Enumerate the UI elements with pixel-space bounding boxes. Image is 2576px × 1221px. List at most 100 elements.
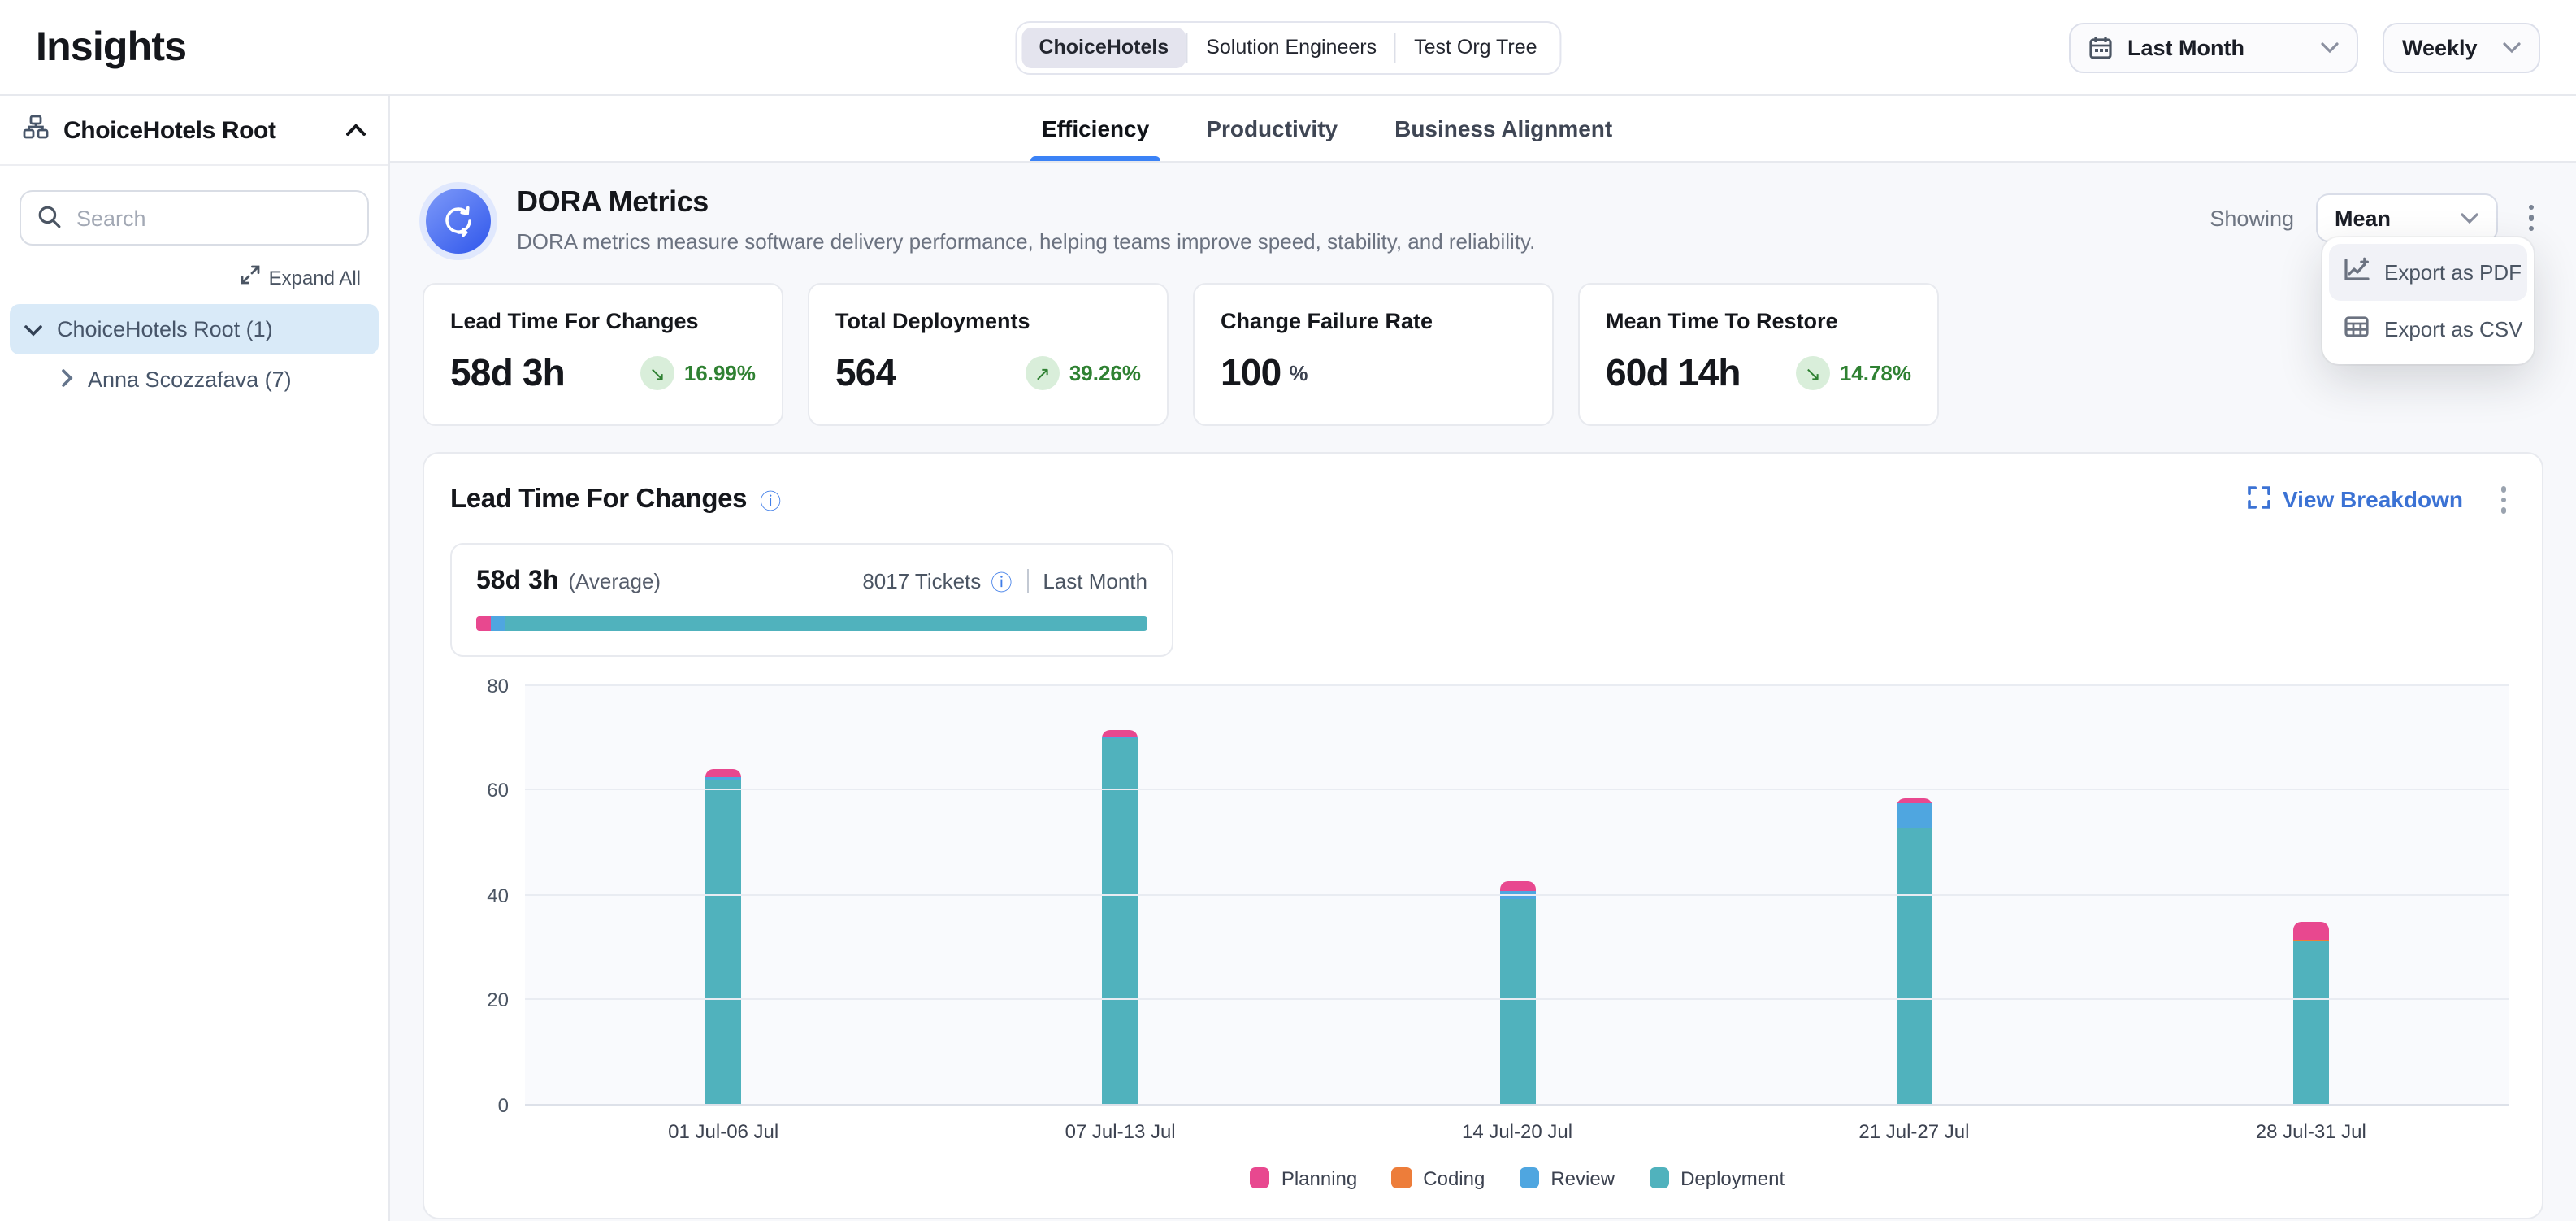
page-title: Insights — [36, 24, 186, 71]
bar-segment-planning — [2293, 921, 2329, 940]
tree-item-anna-scozzafava[interactable]: Anna Scozzafava (7) — [47, 354, 379, 405]
menu-item-label: Export as CSV — [2384, 317, 2523, 341]
average-label: (Average) — [568, 568, 661, 593]
legend-item-coding: Coding — [1391, 1167, 1485, 1189]
org-tab-choicehotels[interactable]: ChoiceHotels — [1021, 28, 1186, 68]
expand-all-button[interactable]: Expand All — [28, 265, 361, 289]
y-tick-label: 80 — [450, 674, 509, 697]
kebab-menu-icon[interactable] — [2491, 480, 2516, 519]
expand-all-label: Expand All — [269, 266, 361, 289]
chart-title: Lead Time For Changes — [450, 484, 747, 515]
legend-swatch — [1649, 1168, 1669, 1188]
dora-subtitle: DORA metrics measure software delivery p… — [517, 229, 1535, 254]
bar-slot — [2113, 685, 2509, 1105]
info-icon[interactable]: ⓘ — [760, 484, 781, 515]
table-icon — [2344, 314, 2370, 345]
legend-swatch — [1250, 1168, 1270, 1188]
bar-segment-planning — [705, 769, 741, 777]
bar-segment-planning — [1499, 882, 1535, 890]
lead-time-chart-card: Lead Time For Changes ⓘ View Breakdown — [423, 452, 2543, 1219]
tab-productivity[interactable]: Productivity — [1206, 96, 1338, 161]
y-tick-label: 60 — [450, 779, 509, 802]
bar-segment-planning — [1103, 730, 1138, 737]
view-breakdown-label: View Breakdown — [2283, 487, 2463, 513]
card-value-suffix: % — [1289, 361, 1308, 385]
info-icon[interactable]: ⓘ — [991, 565, 1012, 596]
bars-layer — [525, 685, 2509, 1105]
lead-time-chart: 020406080 01 Jul-06 Jul07 Jul-13 Jul14 J… — [450, 685, 2516, 1189]
collapse-sidebar-icon[interactable] — [346, 115, 366, 145]
gridline — [525, 684, 2509, 685]
date-range-value: Last Month — [2127, 35, 2244, 59]
date-range-select[interactable]: Last Month — [2069, 22, 2358, 72]
kebab-menu-icon[interactable] — [2518, 198, 2543, 238]
main-tab-bar: Efficiency Productivity Business Alignme… — [390, 96, 2576, 163]
card-mean-time-to-restore: Mean Time To Restore 60d 14h ↘ 14.78% — [1578, 283, 1939, 426]
chevron-down-icon[interactable] — [24, 317, 42, 341]
x-tick-label: 01 Jul-06 Jul — [525, 1119, 922, 1142]
legend-label: Deployment — [1680, 1167, 1785, 1189]
bar-segment-deployment — [705, 780, 741, 1105]
aggregation-value: Mean — [2335, 206, 2391, 230]
tab-efficiency[interactable]: Efficiency — [1042, 96, 1149, 161]
delta-value: 14.78% — [1840, 361, 1911, 385]
legend-item-deployment: Deployment — [1649, 1167, 1785, 1189]
dora-cycle-icon — [426, 189, 491, 254]
aggregation-select[interactable]: Mean — [2315, 193, 2497, 242]
progress-segment-deployment — [505, 615, 1147, 630]
card-lead-time-for-changes: Lead Time For Changes 58d 3h ↘ 16.99% — [423, 283, 783, 426]
x-tick-label: 21 Jul-27 Jul — [1715, 1119, 2112, 1142]
view-breakdown-button[interactable]: View Breakdown — [2249, 486, 2463, 514]
org-tree: ChoiceHotels Root (1) Anna Scozzafava (7… — [0, 304, 388, 405]
tree-item-label: Anna Scozzafava (7) — [88, 367, 292, 392]
tree-item-root[interactable]: ChoiceHotels Root (1) — [10, 304, 379, 354]
bar-segment-deployment — [2293, 941, 2329, 1105]
trend-down-icon: ↘ — [1796, 356, 1830, 390]
tickets-count: 8017 Tickets — [862, 568, 981, 593]
menu-item-export-pdf[interactable]: Export as PDF — [2329, 244, 2527, 301]
org-tab-solution-engineers[interactable]: Solution Engineers — [1188, 28, 1394, 68]
stacked-bar — [1499, 882, 1535, 1105]
progress-segment-planning — [476, 615, 490, 630]
bar-slot — [1319, 685, 1715, 1105]
average-summary-card: 58d 3h (Average) 8017 Tickets ⓘ Last Mon… — [450, 542, 1173, 656]
org-segmented-control: ChoiceHotels Solution Engineers Test Org… — [1014, 21, 1561, 75]
legend-swatch — [1519, 1168, 1539, 1188]
chart-line-icon — [2344, 257, 2370, 288]
card-title: Mean Time To Restore — [1606, 309, 1911, 333]
bar-slot — [525, 685, 922, 1105]
y-tick-label: 40 — [450, 884, 509, 906]
card-value: 60d 14h — [1606, 351, 1741, 395]
calendar-icon — [2088, 35, 2113, 59]
trend-up-icon: ↗ — [1026, 356, 1060, 390]
main-panel: Efficiency Productivity Business Alignme… — [390, 96, 2576, 1221]
x-tick-label: 14 Jul-20 Jul — [1319, 1119, 1715, 1142]
stacked-bar — [1896, 798, 1932, 1105]
menu-item-export-csv[interactable]: Export as CSV — [2329, 301, 2527, 358]
org-tab-test-org-tree[interactable]: Test Org Tree — [1396, 28, 1555, 68]
progress-segment-review — [490, 615, 505, 630]
metric-cards-row: Lead Time For Changes 58d 3h ↘ 16.99% To… — [423, 283, 2543, 426]
showing-label: Showing — [2210, 206, 2294, 230]
legend-label: Review — [1550, 1167, 1615, 1189]
average-value: 58d 3h — [476, 567, 558, 596]
search-input[interactable] — [20, 190, 369, 246]
card-value: 564 — [835, 351, 896, 395]
card-value: 58d 3h — [450, 351, 565, 395]
top-bar: Insights ChoiceHotels Solution Engineers… — [0, 0, 2576, 96]
chart-legend: Planning Coding Review Deployment — [525, 1167, 2509, 1189]
granularity-select[interactable]: Weekly — [2383, 22, 2540, 72]
y-tick-label: 20 — [450, 989, 509, 1011]
search-icon — [37, 205, 62, 237]
delta-value: 39.26% — [1069, 361, 1141, 385]
menu-item-label: Export as PDF — [2384, 260, 2522, 285]
legend-swatch — [1391, 1168, 1412, 1188]
legend-item-planning: Planning — [1250, 1167, 1357, 1189]
x-tick-label: 07 Jul-13 Jul — [922, 1119, 1318, 1142]
bar-segment-deployment — [1103, 739, 1138, 1105]
chevron-right-icon[interactable] — [62, 367, 73, 392]
x-axis-labels: 01 Jul-06 Jul07 Jul-13 Jul14 Jul-20 Jul2… — [525, 1119, 2509, 1142]
tab-business-alignment[interactable]: Business Alignment — [1394, 96, 1612, 161]
legend-item-review: Review — [1519, 1167, 1615, 1189]
dora-metrics-section: DORA Metrics DORA metrics measure softwa… — [390, 163, 2576, 1221]
